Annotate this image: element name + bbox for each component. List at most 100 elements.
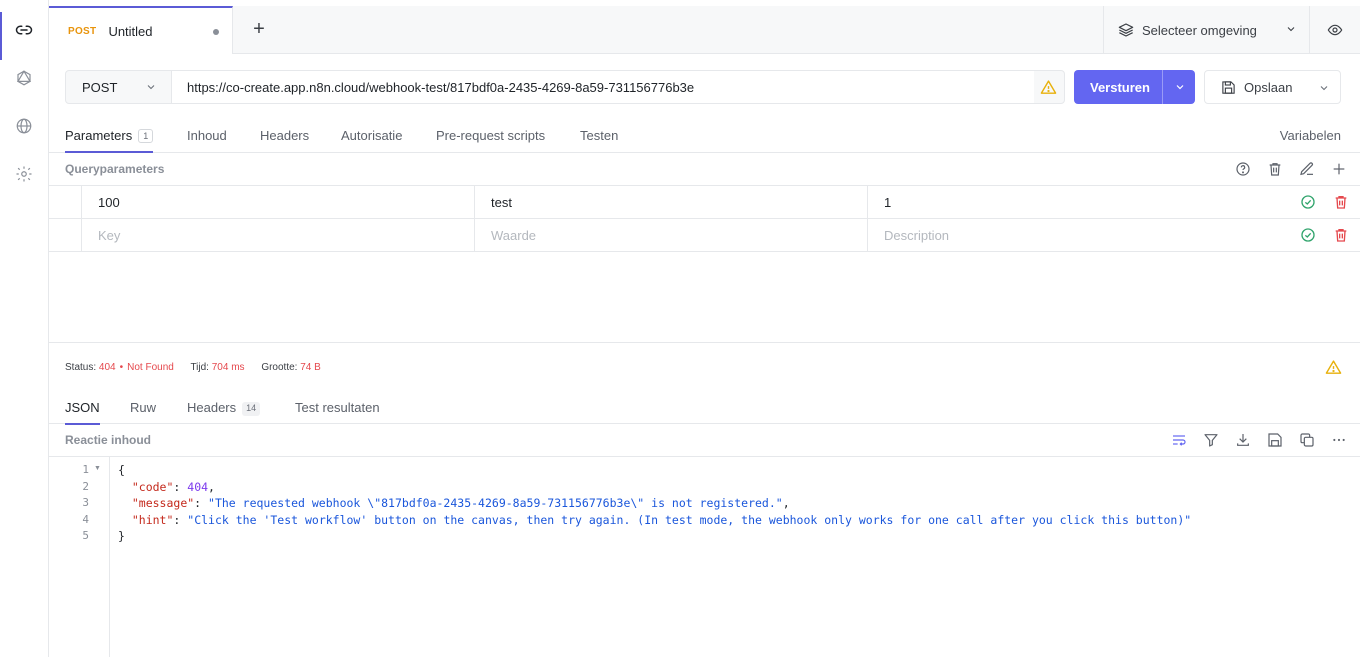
tab-response-headers[interactable]: Headers 14 bbox=[187, 400, 261, 425]
link-icon bbox=[15, 25, 33, 35]
bulk-edit-icon[interactable] bbox=[1298, 160, 1316, 178]
response-body-header: Reactie inhoud bbox=[49, 424, 1360, 457]
tab-authorization[interactable]: Autorisatie bbox=[341, 128, 402, 153]
line-number: 4 bbox=[82, 513, 89, 526]
time-group: Tijd: 704 ms bbox=[190, 362, 244, 373]
status-label: Status: bbox=[65, 362, 97, 373]
help-icon[interactable] bbox=[1234, 160, 1252, 178]
json-brace-open: { bbox=[118, 463, 125, 477]
send-divider bbox=[1162, 70, 1163, 104]
rail-settings-button[interactable] bbox=[0, 150, 48, 198]
add-icon[interactable] bbox=[1330, 160, 1348, 178]
param-key-input[interactable]: 100 bbox=[81, 186, 474, 219]
line-number: 1 bbox=[82, 463, 89, 476]
save-button[interactable]: Opslaan bbox=[1204, 70, 1341, 104]
variables-button[interactable]: Variabelen bbox=[1280, 128, 1341, 143]
size-group: Grootte: 74 B bbox=[261, 362, 321, 373]
delete-row-icon[interactable] bbox=[1332, 193, 1350, 211]
status-code: 404 bbox=[98, 362, 116, 373]
parameters-count-badge: 1 bbox=[138, 129, 154, 143]
left-rail bbox=[0, 0, 49, 657]
send-button[interactable]: Versturen bbox=[1074, 70, 1195, 104]
environment-label: Selecteer omgeving bbox=[1142, 22, 1257, 38]
json-string: "The requested webhook \"817bdf0a-2435-4… bbox=[208, 496, 783, 511]
status-separator: • bbox=[119, 362, 124, 373]
trash-icon[interactable] bbox=[1266, 160, 1284, 178]
tab-method-label: POST bbox=[68, 25, 97, 37]
rail-collections-button[interactable] bbox=[0, 6, 48, 60]
graphql-icon bbox=[16, 70, 32, 86]
tab-parameters[interactable]: Parameters 1 bbox=[65, 128, 154, 153]
time-value: 704 ms bbox=[211, 362, 245, 373]
tab-test-results[interactable]: Test resultaten bbox=[295, 400, 380, 425]
tab-body[interactable]: Inhoud bbox=[187, 128, 227, 153]
url-bar: POST https://co-create.app.n8n.cloud/web… bbox=[65, 70, 1065, 104]
tab-headers[interactable]: Headers bbox=[260, 128, 309, 153]
check-circle-icon[interactable] bbox=[1299, 226, 1317, 244]
method-select[interactable]: POST bbox=[66, 71, 172, 103]
gear-icon bbox=[16, 166, 32, 182]
chevron-down-icon[interactable] bbox=[1318, 82, 1330, 94]
param-description-input[interactable]: Description bbox=[867, 219, 1292, 252]
environment-preview-button[interactable] bbox=[1309, 6, 1360, 54]
save-response-icon[interactable] bbox=[1266, 431, 1284, 449]
request-tab-bar: POST Untitled + Selecteer omgeving bbox=[49, 6, 1360, 54]
pane-divider[interactable] bbox=[49, 342, 1360, 343]
url-input[interactable]: https://co-create.app.n8n.cloud/webhook-… bbox=[172, 71, 1034, 103]
delete-row-icon[interactable] bbox=[1332, 226, 1350, 244]
param-key-input[interactable]: Key bbox=[81, 219, 474, 252]
query-params-actions bbox=[1234, 160, 1348, 178]
filter-icon[interactable] bbox=[1202, 431, 1220, 449]
more-options-icon[interactable] bbox=[1330, 431, 1348, 449]
response-body-actions bbox=[1170, 431, 1348, 449]
response-tabs: JSON Ruw Headers 14 Test resultaten bbox=[49, 390, 1360, 425]
line-number: 5 bbox=[82, 529, 89, 542]
headers-count-badge: 14 bbox=[242, 402, 261, 416]
wrap-lines-icon[interactable] bbox=[1170, 431, 1188, 449]
tab-json[interactable]: JSON bbox=[65, 400, 100, 425]
request-tab[interactable]: POST Untitled bbox=[49, 6, 233, 54]
new-tab-button[interactable]: + bbox=[248, 18, 270, 40]
unsaved-dot-icon[interactable] bbox=[213, 29, 219, 35]
size-value: 74 B bbox=[300, 362, 321, 373]
rail-graphql-button[interactable] bbox=[0, 54, 48, 102]
tab-label: Parameters bbox=[65, 128, 133, 143]
send-button-label: Versturen bbox=[1090, 79, 1150, 95]
download-icon[interactable] bbox=[1234, 431, 1252, 449]
save-button-label: Opslaan bbox=[1244, 79, 1293, 95]
tab-title: Untitled bbox=[108, 23, 153, 39]
query-params-header: Queryparameters bbox=[49, 153, 1360, 186]
tab-pre-request-scripts[interactable]: Pre-request scripts bbox=[436, 128, 545, 153]
tab-tests[interactable]: Testen bbox=[580, 128, 618, 153]
response-body-title: Reactie inhoud bbox=[65, 433, 152, 447]
response-warning-icon[interactable] bbox=[1325, 359, 1342, 379]
time-label: Tijd: bbox=[190, 362, 209, 373]
environment-selector[interactable]: Selecteer omgeving bbox=[1103, 6, 1309, 54]
size-label: Grootte: bbox=[261, 362, 298, 373]
json-key: "hint" bbox=[131, 512, 174, 527]
fold-chevron-icon[interactable]: ▼ bbox=[94, 465, 101, 472]
save-icon bbox=[1222, 80, 1235, 94]
param-row: Key Waarde Description bbox=[49, 219, 1360, 252]
line-number: 2 bbox=[82, 480, 89, 493]
json-code: { "code": 404, "message": "The requested… bbox=[118, 463, 1192, 544]
rail-realtime-button[interactable] bbox=[0, 102, 48, 150]
param-value-input[interactable]: Waarde bbox=[474, 219, 867, 252]
response-status-line: Status: 404 • Not Found Tijd: 704 ms Groot… bbox=[65, 362, 321, 373]
param-value-input[interactable]: test bbox=[474, 186, 867, 219]
param-description-input[interactable]: 1 bbox=[867, 186, 1292, 219]
copy-icon[interactable] bbox=[1298, 431, 1316, 449]
tab-raw[interactable]: Ruw bbox=[130, 400, 156, 425]
param-row: 100 test 1 bbox=[49, 186, 1360, 219]
status-group: Status: 404 • Not Found bbox=[65, 362, 174, 373]
line-number: 3 bbox=[82, 496, 89, 509]
tab-label: Headers bbox=[187, 400, 237, 415]
url-warning-icon[interactable] bbox=[1032, 71, 1064, 103]
check-circle-icon[interactable] bbox=[1299, 193, 1317, 211]
eye-icon bbox=[1327, 24, 1343, 36]
layers-icon bbox=[1118, 23, 1134, 37]
json-number: 404 bbox=[187, 479, 209, 494]
chevron-down-icon[interactable] bbox=[1174, 81, 1186, 93]
method-label: POST bbox=[82, 79, 118, 95]
response-json-editor[interactable]: 1 ▼ 2 3 4 5 { "code": 404, "message": "T… bbox=[49, 457, 1360, 657]
